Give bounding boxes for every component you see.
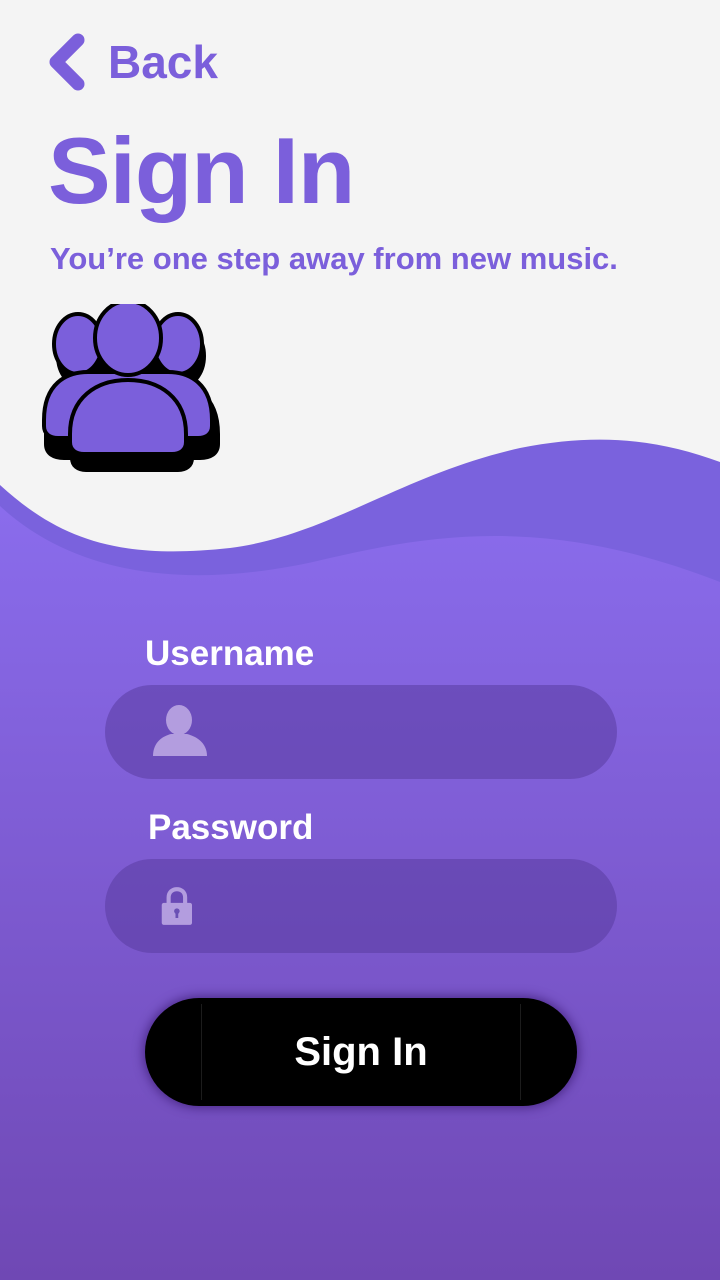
password-field[interactable] [105, 859, 617, 955]
sign-in-button-label: Sign In [294, 1030, 428, 1074]
sign-in-screen: Back Sign In You’re one step away from n… [0, 0, 720, 1280]
password-label: Password [148, 808, 314, 847]
username-input[interactable] [225, 685, 599, 781]
password-input[interactable] [225, 859, 599, 955]
lock-icon [161, 887, 192, 925]
username-label: Username [145, 634, 315, 673]
back-label: Back [108, 36, 218, 88]
back-button[interactable]: Back [44, 32, 218, 92]
users-group-icon [42, 304, 220, 472]
page-subtitle: You’re one step away from new music. [50, 241, 618, 276]
sign-in-button[interactable]: Sign In [145, 998, 577, 1106]
chevron-left-icon [49, 33, 85, 91]
user-icon [153, 705, 207, 756]
page-title: Sign In [48, 118, 355, 223]
username-field[interactable] [105, 685, 617, 781]
